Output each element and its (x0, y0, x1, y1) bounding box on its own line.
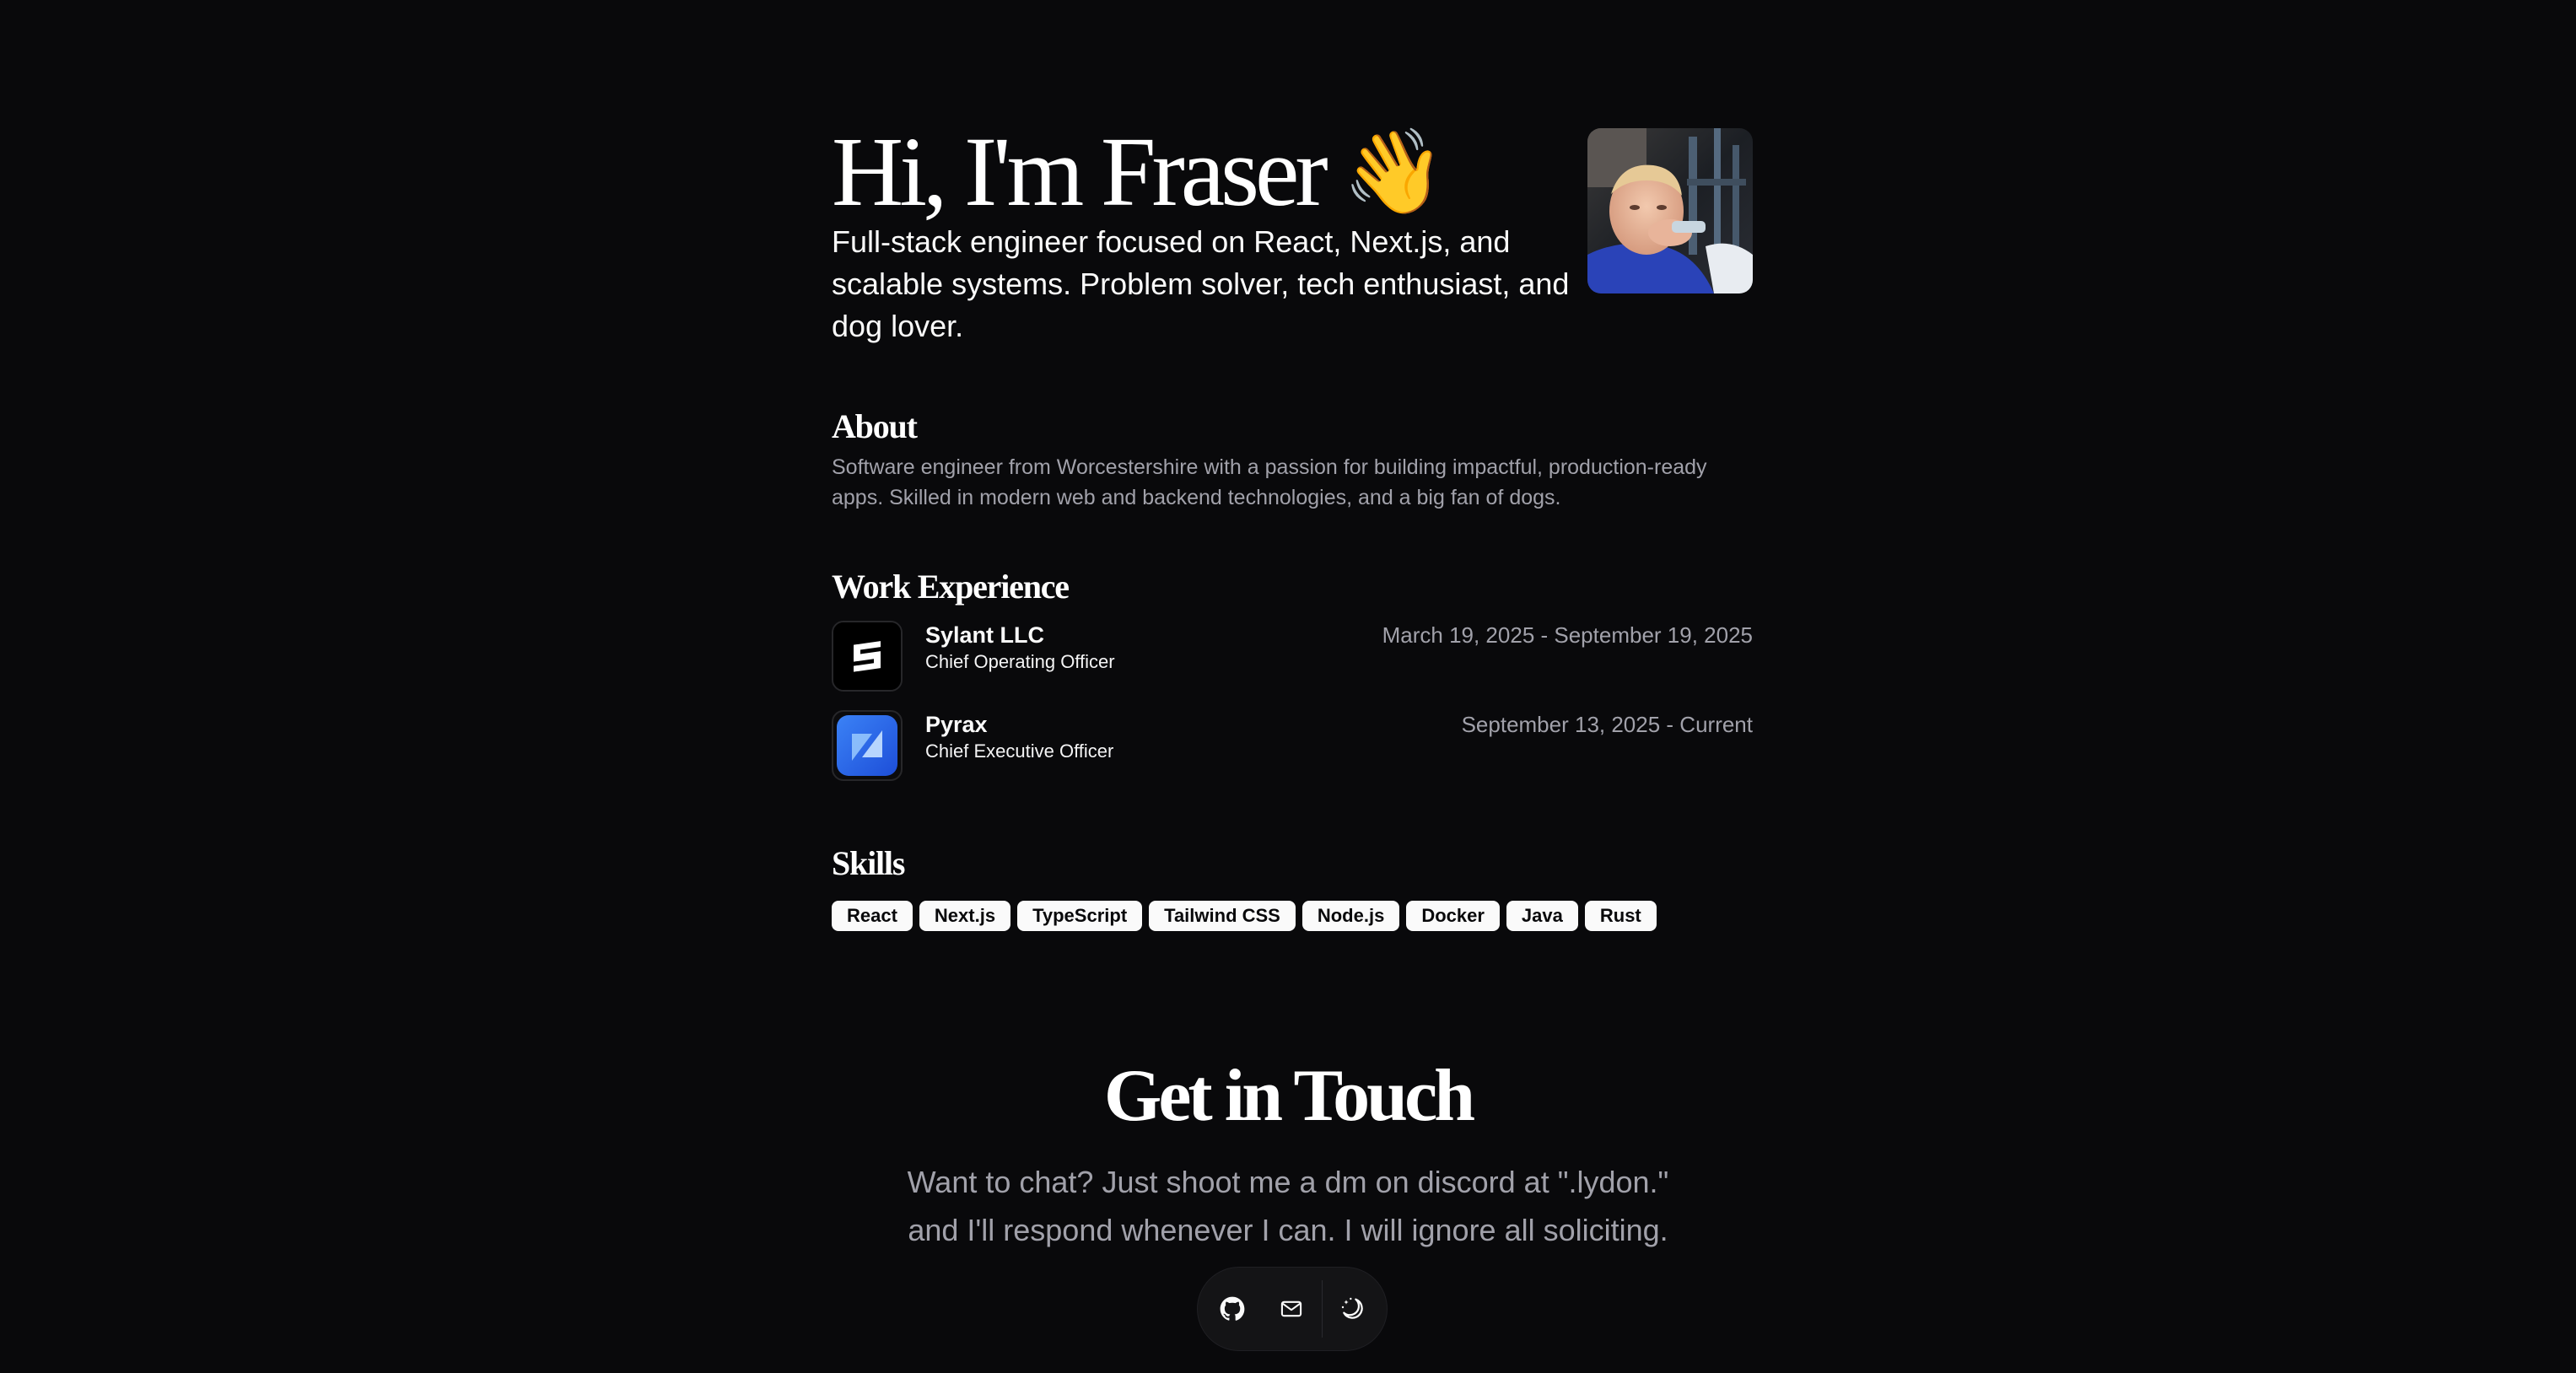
github-icon (1220, 1296, 1244, 1321)
github-button[interactable] (1203, 1279, 1262, 1338)
work-experience-heading: Work Experience (832, 568, 1070, 606)
skill-badge-tailwind: Tailwind CSS (1149, 901, 1296, 931)
about-text: Software engineer from Worcestershire wi… (832, 455, 1707, 509)
skill-badge-react: React (832, 901, 913, 931)
sylant-logo-icon (832, 621, 903, 692)
about-section: About Software engineer from Worcestersh… (832, 407, 1753, 513)
mail-icon (1280, 1300, 1301, 1317)
job-role: Chief Executive Officer (925, 740, 1114, 762)
work-experience-section: Work Experience Sylant LLC Chief Operati… (832, 567, 1753, 781)
hero-title-text: Hi, I'm Fraser (832, 116, 1328, 227)
skill-badge-java: Java (1506, 901, 1578, 931)
pyrax-logo-icon (832, 710, 903, 781)
contact-section: Get in Touch Want to chat? Just shoot me… (0, 1050, 2576, 1254)
skill-badge-nextjs: Next.js (919, 901, 1011, 931)
skill-badge-typescript: TypeScript (1017, 901, 1143, 931)
about-heading: About (832, 407, 918, 445)
skill-badge-nodejs: Node.js (1301, 901, 1400, 931)
theme-toggle-icon (1341, 1297, 1363, 1319)
skills-section: Skills React Next.js TypeScript Tailwind… (832, 843, 1753, 931)
skill-list: React Next.js TypeScript Tailwind CSS No… (832, 901, 1753, 931)
job-item-sylant[interactable]: Sylant LLC Chief Operating Officer March… (832, 621, 1753, 692)
portfolio-page: Hi, I'm Fraser 👋 Full-stack engineer focu… (0, 0, 2576, 1373)
job-dates: September 13, 2025 - Current (1461, 712, 1753, 737)
skills-heading: Skills (832, 844, 905, 882)
email-button[interactable] (1262, 1279, 1321, 1338)
job-role: Chief Operating Officer (925, 651, 1115, 672)
waving-hand-icon: 👋 (1342, 124, 1446, 220)
skill-badge-docker: Docker (1406, 901, 1500, 931)
theme-toggle-button[interactable] (1323, 1279, 1382, 1338)
job-company: Sylant LLC (925, 622, 1045, 648)
job-item-pyrax[interactable]: Pyrax Chief Executive Officer September … (832, 710, 1753, 781)
hero-title: Hi, I'm Fraser 👋 (832, 113, 1446, 231)
dock-divider (1321, 1280, 1323, 1338)
bottom-dock (1197, 1267, 1388, 1351)
hero-section: Hi, I'm Fraser 👋 Full-stack engineer focu… (832, 101, 1753, 354)
hero-subtitle: Full-stack engineer focused on React, Ne… (832, 224, 1570, 343)
avatar-photo (1587, 128, 1753, 293)
contact-text: Want to chat? Just shoot me a dm on disc… (907, 1165, 1669, 1247)
skill-badge-rust: Rust (1584, 901, 1657, 931)
job-company: Pyrax (925, 712, 988, 737)
avatar (1587, 128, 1753, 293)
job-dates: March 19, 2025 - September 19, 2025 (1382, 622, 1753, 648)
contact-heading: Get in Touch (1103, 1055, 1475, 1137)
